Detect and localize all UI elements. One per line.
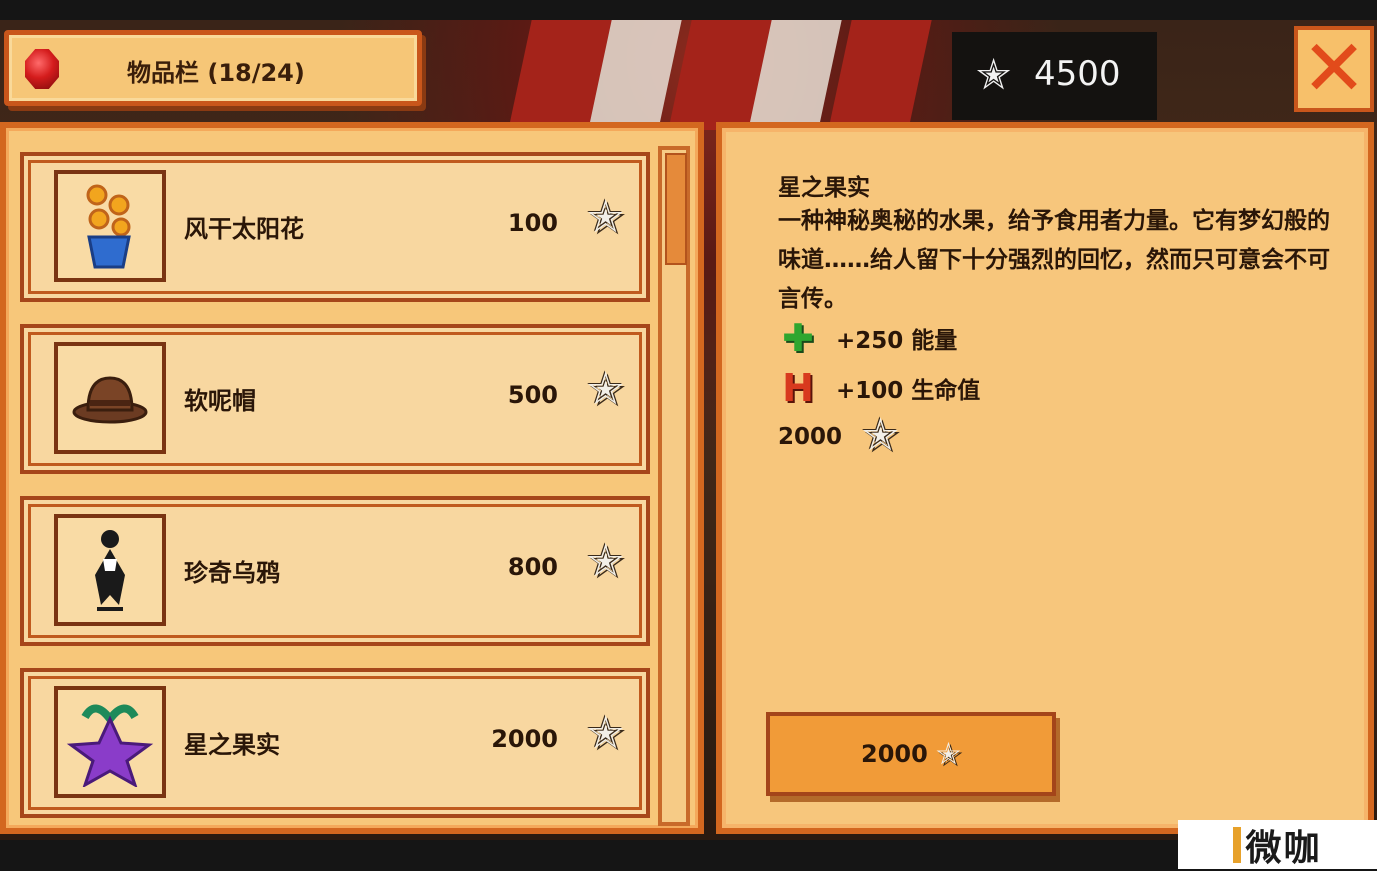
tent-stripe xyxy=(828,20,932,130)
star-token-icon: ✭ xyxy=(587,192,624,243)
item-detail-panel: 星之果实 一种神秘奥秘的水果，给予食用者力量。它有梦幻般的味道……给人留下十分强… xyxy=(716,122,1374,834)
detail-item-name: 星之果实 xyxy=(778,175,870,201)
list-item[interactable]: 风干太阳花 100 ✭ xyxy=(20,152,650,302)
inventory-tab: 物品栏 (18/24) xyxy=(4,30,422,106)
star-token-icon: ✭ xyxy=(587,536,624,587)
energy-plus-icon: ✚ xyxy=(782,316,814,360)
stardrop-icon xyxy=(54,686,166,798)
item-name: 星之果实 xyxy=(184,731,280,759)
detail-price: 2000 xyxy=(778,424,843,450)
item-price: 100 xyxy=(507,209,558,237)
buy-button[interactable]: 2000 ✭ xyxy=(766,712,1056,796)
rare-crow-icon xyxy=(54,514,166,626)
health-icon: H xyxy=(782,366,814,410)
item-price: 800 xyxy=(507,553,558,581)
watermark-logo: 微咖 xyxy=(1178,820,1377,869)
item-name: 风干太阳花 xyxy=(184,215,304,243)
close-icon: ✕ xyxy=(1301,24,1367,114)
health-buff: H +100 生命值 xyxy=(778,368,980,408)
star-token-icon: ✭ xyxy=(587,364,624,415)
star-token-icon: ✭ xyxy=(935,736,961,772)
buy-button-label: 2000 xyxy=(861,740,928,768)
detail-description: 一种神秘奥秘的水果，给予食用者力量。它有梦幻般的味道……给人留下十分强烈的回忆，… xyxy=(778,208,1330,312)
money-display: ✭ 4500 xyxy=(952,32,1157,120)
item-name: 珍奇乌鸦 xyxy=(184,559,280,587)
scroll-thumb[interactable] xyxy=(665,153,687,265)
item-name: 软呢帽 xyxy=(184,387,256,415)
fedora-hat-icon xyxy=(54,342,166,454)
health-buff-text: +100 生命值 xyxy=(836,378,981,404)
item-list-panel: 风干太阳花 100 ✭ 软呢帽 500 ✭ 珍奇乌鸦 800 ✭ 星之果实 20… xyxy=(0,122,704,834)
item-price: 500 xyxy=(507,381,558,409)
watermark-mark-icon xyxy=(1233,826,1242,863)
item-list-scrollbar[interactable] xyxy=(658,146,690,826)
gem-icon xyxy=(25,49,59,89)
inventory-title: 物品栏 (18/24) xyxy=(127,59,305,87)
watermark-text: 微咖 xyxy=(1245,827,1322,869)
list-item[interactable]: 珍奇乌鸦 800 ✭ xyxy=(20,496,650,646)
energy-buff: ✚ +250 能量 xyxy=(778,318,957,358)
dried-sunflower-icon xyxy=(54,170,166,282)
star-token-icon: ✭ xyxy=(587,708,624,759)
energy-buff-text: +250 能量 xyxy=(836,328,958,354)
list-item[interactable]: 星之果实 2000 ✭ xyxy=(20,668,650,818)
close-button[interactable]: ✕ xyxy=(1294,26,1374,112)
money-amount: 4500 xyxy=(1034,54,1121,94)
star-token-icon: ✭ xyxy=(862,410,899,461)
item-price: 2000 xyxy=(491,725,558,753)
star-token-icon: ✭ xyxy=(976,50,1012,99)
list-item[interactable]: 软呢帽 500 ✭ xyxy=(20,324,650,474)
